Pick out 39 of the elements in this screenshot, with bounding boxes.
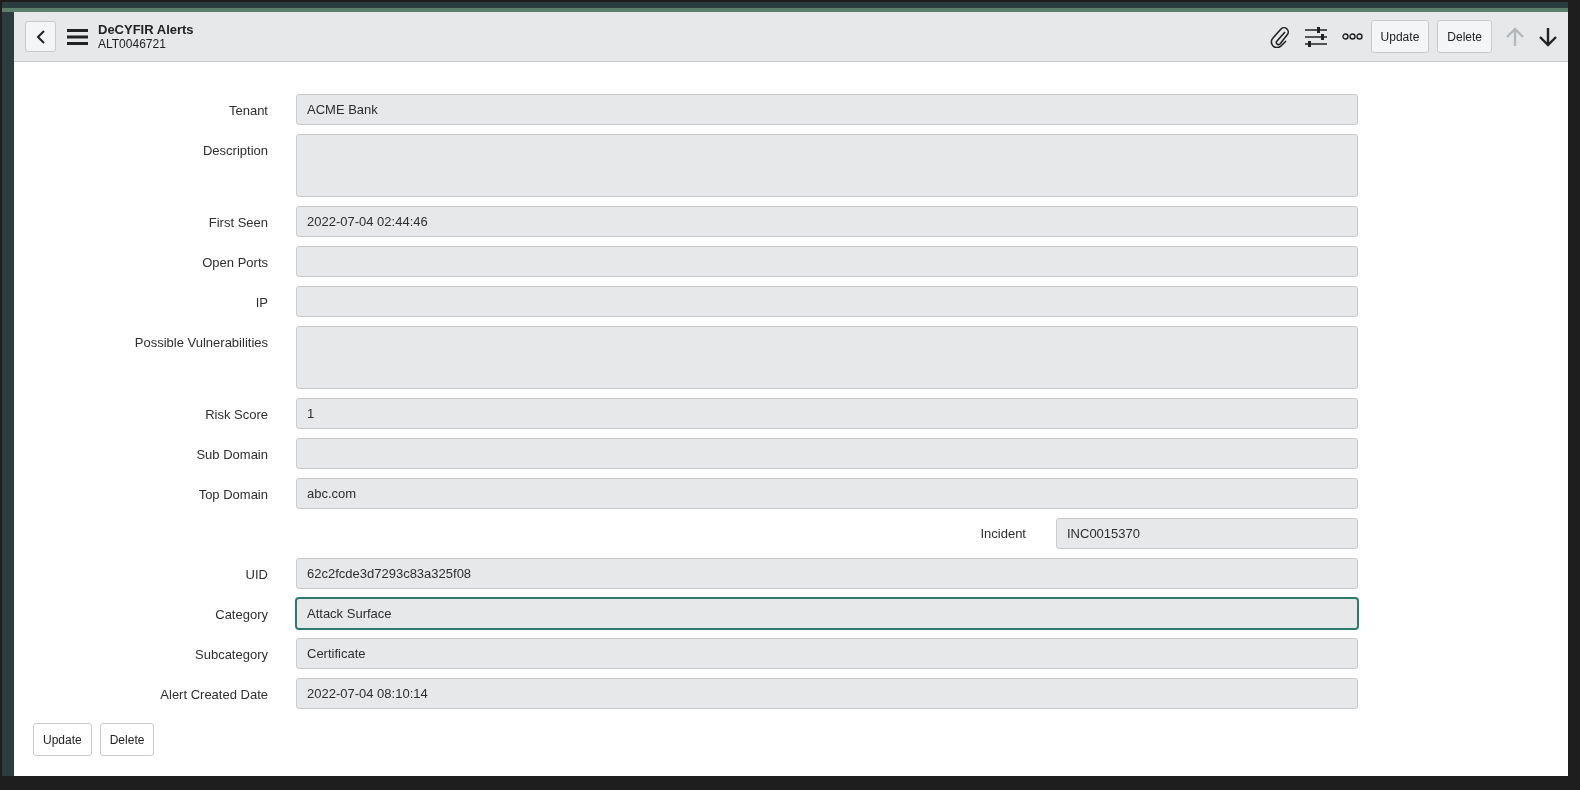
chevron-left-icon	[35, 29, 46, 44]
field-label: Alert Created Date	[160, 686, 268, 704]
more-options-icon[interactable]	[1341, 33, 1363, 40]
input-field[interactable]: abc.com	[296, 478, 1358, 509]
paperclip-icon[interactable]	[1269, 25, 1290, 48]
input-field[interactable]: 2022-07-04 08:10:14	[296, 678, 1358, 709]
input-field[interactable]	[296, 438, 1358, 469]
input-field[interactable]: 1	[296, 398, 1358, 429]
field-label: Top Domain	[198, 486, 268, 504]
field-label: UID	[245, 566, 268, 584]
back-button[interactable]	[25, 21, 56, 52]
field-label: Sub Domain	[196, 446, 268, 464]
input-field[interactable]: Certificate	[296, 638, 1358, 669]
record-number: ALT0046721	[98, 36, 167, 52]
input-field[interactable]	[296, 246, 1358, 277]
field-label: First Seen	[208, 214, 268, 232]
field-label: Open Ports	[202, 254, 268, 272]
field-label: Tenant	[228, 102, 268, 120]
arrow-down-icon[interactable]	[1539, 26, 1557, 47]
input-field[interactable]	[296, 286, 1358, 317]
field-label: Risk Score	[205, 406, 268, 424]
header-button[interactable]: Update	[1370, 20, 1430, 53]
header-button[interactable]: Delete	[1437, 20, 1492, 53]
field-label: IP	[255, 294, 268, 312]
input-field[interactable]: Attack Surface	[296, 598, 1358, 629]
input-field[interactable]: 2022-07-04 02:44:46	[296, 206, 1358, 237]
field-label: Possible Vulnerabilities	[134, 334, 268, 352]
form-title: DeCYFIR Alerts	[98, 21, 194, 37]
input-field[interactable]: 62c2fcde3d7293c83a325f08	[296, 558, 1358, 589]
field-label: Subcategory	[195, 646, 268, 664]
field-label: Category	[215, 606, 268, 624]
input-field[interactable]: INC0015370	[1056, 518, 1358, 549]
field-label: Incident	[980, 524, 1026, 543]
menu-icon[interactable]	[67, 28, 88, 45]
sliders-icon[interactable]	[1304, 26, 1327, 47]
field-label: Description	[202, 142, 268, 160]
input-field[interactable]: ACME Bank	[296, 94, 1358, 125]
footer-button[interactable]: Delete	[99, 723, 155, 756]
footer-button[interactable]: Update	[33, 723, 92, 756]
